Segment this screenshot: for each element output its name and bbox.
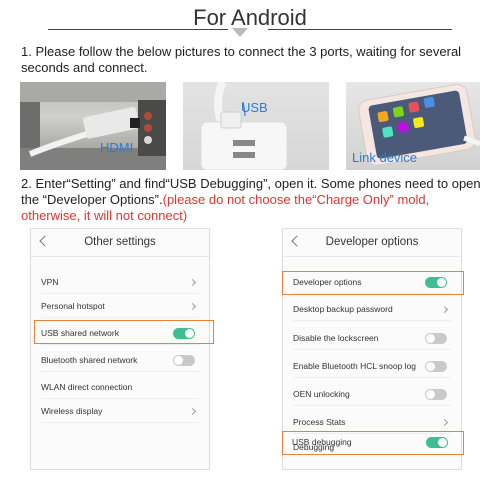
screen-title: Other settings	[84, 236, 156, 248]
settings-row-label: Disable the lockscreen	[293, 333, 379, 343]
settings-row-label: Bluetooth shared network	[41, 355, 138, 365]
toggle-knob	[426, 334, 435, 343]
usb-shared-network-highlight	[34, 320, 214, 344]
chevron-right-icon	[188, 278, 197, 287]
chevron-right-icon	[188, 407, 197, 416]
settings-row-label: Desktop backup password	[293, 304, 393, 314]
title-divider-left	[48, 29, 228, 30]
hdmi-label: HDMI	[100, 140, 134, 155]
usb-charger-illustration	[200, 82, 288, 170]
developer-options-highlight	[282, 271, 464, 295]
dev-row-oen-unlocking[interactable]: OEN unlocking	[293, 384, 451, 406]
settings-row-label: WLAN direct connection	[41, 382, 133, 392]
settings-row-label: VPN	[41, 277, 59, 287]
settings-row-label: Process Stats	[293, 417, 346, 427]
screen-title: Developer options	[325, 236, 419, 248]
settings-row-label: Enable Bluetooth HCL snoop log	[293, 361, 417, 371]
toggle-knob	[426, 362, 435, 371]
dev-row-desktop-backup-password[interactable]: Desktop backup password	[293, 299, 451, 321]
screen-header: Other settings	[31, 229, 209, 257]
usb-photo: USB	[183, 82, 329, 170]
oen-unlocking-toggle[interactable]	[425, 389, 447, 400]
hdmi-photo: HDMI	[20, 82, 166, 170]
settings-row-label: Personal hotspot	[41, 301, 105, 311]
hdmi-connection-illustration	[20, 82, 166, 170]
toggle-knob	[426, 390, 435, 399]
settings-row-label: Wireless display	[41, 406, 103, 416]
toggle-knob	[174, 356, 183, 365]
page-title: For Android	[193, 5, 307, 30]
chevron-right-icon	[440, 305, 449, 314]
bluetooth-shared-network-toggle[interactable]	[173, 355, 195, 366]
step2-instructions: 2. Enter“Setting” and find“USB Debugging…	[21, 176, 483, 224]
chevron-down-icon	[232, 28, 248, 37]
dev-row-bluetooth-hcl-snoop[interactable]: Enable Bluetooth HCL snoop log	[293, 356, 451, 378]
usb-label: USB	[241, 100, 268, 115]
screen-header: Developer options	[283, 229, 461, 257]
dev-row-usb-debugging-spacer	[293, 461, 451, 483]
usb-debugging-highlight	[282, 431, 464, 455]
settings-row-wireless-display[interactable]: Wireless display	[41, 401, 199, 423]
title-divider-right	[268, 29, 452, 30]
other-settings-screen: Other settings VPN Personal hotspot USB …	[30, 228, 210, 470]
disable-lockscreen-toggle[interactable]	[425, 333, 447, 344]
settings-row-vpn[interactable]: VPN	[41, 272, 199, 294]
link-device-label: Link device	[352, 150, 418, 165]
settings-row-personal-hotspot[interactable]: Personal hotspot	[41, 296, 199, 318]
chevron-right-icon	[188, 302, 197, 311]
step1-instructions: 1. Please follow the below pictures to c…	[21, 44, 462, 75]
bluetooth-hcl-snoop-toggle[interactable]	[425, 361, 447, 372]
settings-row-label: OEN unlocking	[293, 389, 350, 399]
chevron-right-icon	[440, 418, 449, 427]
dev-row-disable-lockscreen[interactable]: Disable the lockscreen	[293, 328, 451, 350]
settings-row-bluetooth-shared-network[interactable]: Bluetooth shared network	[41, 350, 199, 372]
settings-row-wlan-direct[interactable]: WLAN direct connection	[41, 377, 199, 399]
phone-photo: Link device	[346, 82, 480, 170]
